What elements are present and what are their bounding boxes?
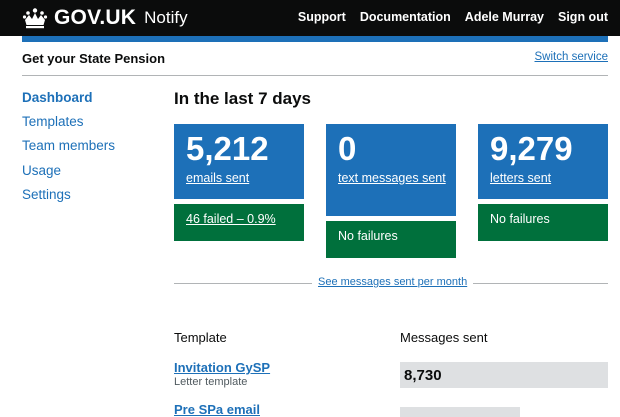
template-type: Letter template: [174, 376, 248, 388]
template-link-invitation-gysp[interactable]: Invitation GySP: [174, 360, 270, 375]
texts-status: No failures: [326, 221, 456, 258]
sidebar-item-templates[interactable]: Templates: [22, 113, 115, 137]
service-name: Get your State Pension: [22, 51, 166, 66]
emails-count: 5,212: [186, 130, 269, 167]
crown-icon: [22, 8, 48, 29]
header-nav: Support Documentation Adele Murray Sign …: [298, 10, 608, 24]
template-column-header: Template: [174, 330, 227, 345]
logo-text: GOV.UK: [54, 6, 137, 29]
messages-column-header: Messages sent: [400, 330, 488, 345]
messages-sent-bar: [400, 407, 520, 417]
sidebar-item-usage[interactable]: Usage: [22, 162, 115, 186]
emails-status: 46 failed – 0.9%: [174, 204, 304, 241]
service-divider: [22, 75, 608, 76]
emails-failed-link[interactable]: 46 failed – 0.9%: [186, 212, 276, 226]
nav-account-link[interactable]: Adele Murray: [465, 10, 544, 24]
switch-service-link[interactable]: Switch service: [535, 51, 609, 63]
govuk-header: GOV.UK Notify Support Documentation Adel…: [0, 0, 620, 36]
sidebar-item-settings[interactable]: Settings: [22, 186, 115, 210]
govuk-logo-link[interactable]: GOV.UK Notify: [22, 6, 188, 30]
nav-documentation-link[interactable]: Documentation: [360, 10, 451, 24]
header-accent-bar: [22, 36, 608, 42]
texts-count: 0: [338, 130, 357, 167]
product-name: Notify: [144, 8, 188, 27]
letters-sent-link[interactable]: letters sent: [490, 170, 600, 187]
messages-sent-count: 8,730: [404, 367, 442, 384]
sidebar-item-team-members[interactable]: Team members: [22, 137, 115, 161]
page-heading: In the last 7 days: [174, 89, 311, 108]
emails-sent-link[interactable]: emails sent: [186, 170, 296, 187]
sidebar-nav: Dashboard Templates Team members Usage S…: [22, 89, 115, 210]
template-link-pre-spa-email[interactable]: Pre SPa email: [174, 402, 260, 417]
nav-support-link[interactable]: Support: [298, 10, 346, 24]
letters-count: 9,279: [490, 130, 573, 167]
texts-status-text: No failures: [338, 229, 398, 243]
letters-status-text: No failures: [490, 212, 550, 226]
messages-sent-bar: 8,730: [400, 362, 608, 388]
texts-sent-link[interactable]: text messages sent: [338, 170, 448, 187]
texts-card: 0 text messages sent: [326, 124, 456, 216]
letters-status: No failures: [478, 204, 608, 241]
emails-card: 5,212 emails sent: [174, 124, 304, 199]
letters-card: 9,279 letters sent: [478, 124, 608, 199]
sidebar-item-dashboard[interactable]: Dashboard: [22, 89, 115, 113]
monthly-messages-link[interactable]: See messages sent per month: [312, 276, 474, 288]
nav-sign-out-link[interactable]: Sign out: [558, 10, 608, 24]
